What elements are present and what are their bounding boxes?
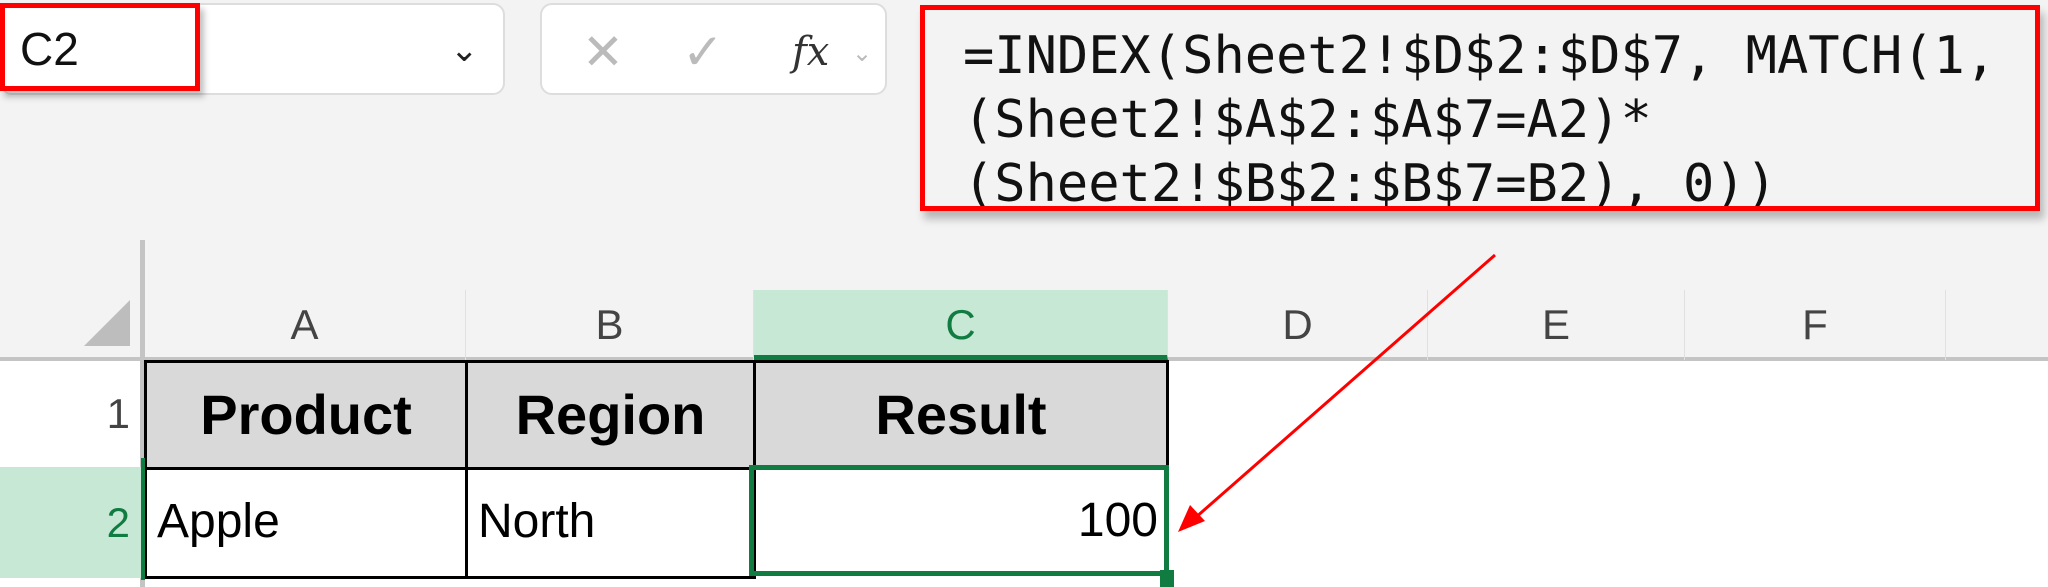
annotation-arrow — [1178, 253, 1496, 532]
arrow-head — [1178, 505, 1205, 532]
arrow-line — [1194, 253, 1496, 520]
